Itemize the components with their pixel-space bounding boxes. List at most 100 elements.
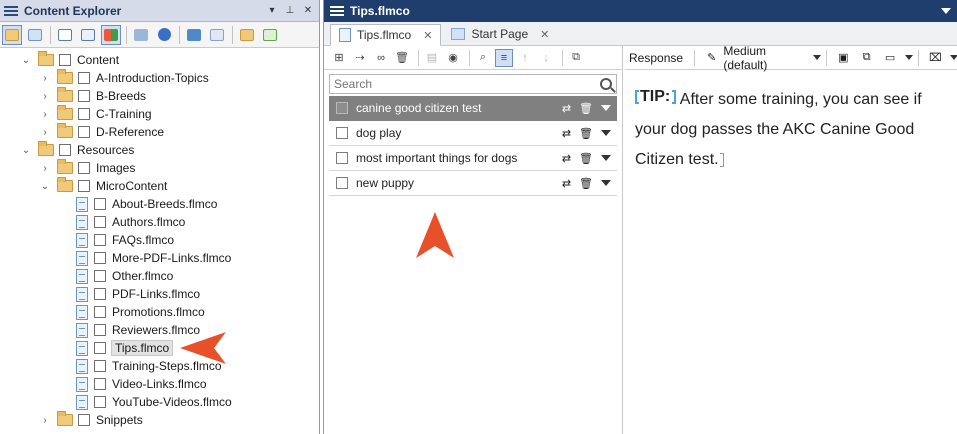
tree-file-row[interactable]: More-PDF-Links.flmco <box>58 249 231 267</box>
checkbox-icon[interactable] <box>78 108 90 120</box>
tree-folder-row[interactable]: › A-Introduction-Topics <box>39 69 209 87</box>
tree-file-row[interactable]: Tips.flmco <box>58 339 174 357</box>
tree-file-row[interactable]: Promotions.flmco <box>58 303 205 321</box>
tree-folder-row[interactable]: › D-Reference <box>39 123 164 141</box>
checkbox-icon[interactable] <box>78 126 90 138</box>
search-input[interactable] <box>334 77 600 91</box>
checkbox-icon[interactable] <box>94 270 106 282</box>
tree-folder-row[interactable]: › B-Breeds <box>39 87 146 105</box>
checkbox-icon[interactable] <box>336 152 348 164</box>
tree-file-row[interactable]: YouTube-Videos.flmco <box>58 393 232 411</box>
list-align-button[interactable]: ≡ <box>495 48 513 67</box>
new-topic-button[interactable] <box>55 25 75 45</box>
response-editor[interactable]: TIP: After some training, you can see if… <box>625 70 957 175</box>
add-alternate-button[interactable]: ⇢ <box>351 49 369 67</box>
chevron-right-icon[interactable]: › <box>39 127 51 138</box>
tree-file-row[interactable]: About-Breeds.flmco <box>58 195 217 213</box>
close-icon[interactable]: ✕ <box>301 5 315 16</box>
checkbox-icon[interactable] <box>94 216 106 228</box>
delete-icon[interactable]: 🗑 <box>579 102 593 115</box>
delete-icon[interactable]: 🗑 <box>393 49 411 67</box>
add-alternate-icon[interactable]: ⇄ <box>562 177 571 190</box>
checkbox-icon[interactable] <box>94 306 106 318</box>
phrase-row[interactable]: canine good citizen test ⇄ 🗑 <box>329 96 617 121</box>
tree-file-row[interactable]: PDF-Links.flmco <box>58 285 200 303</box>
tab-start-page[interactable]: Start Page ✕ <box>443 23 557 45</box>
view-mode-button[interactable] <box>25 25 45 45</box>
phrase-row[interactable]: dog play ⇄ 🗑 <box>329 121 617 146</box>
tree-folder-row[interactable]: ⌄ Content <box>20 51 119 69</box>
chevron-down-icon[interactable]: ⌄ <box>20 145 32 156</box>
checkbox-icon[interactable] <box>78 90 90 102</box>
dropdown-icon[interactable] <box>601 130 611 136</box>
checkbox-icon[interactable] <box>94 396 106 408</box>
find-icon[interactable]: ⌕ <box>474 49 492 67</box>
tree-folder-row[interactable]: › C-Training <box>39 105 152 123</box>
close-icon[interactable]: ✕ <box>423 29 432 42</box>
arrow-down-icon[interactable]: ↓ <box>537 49 555 67</box>
tab-tips[interactable]: Tips.flmco ✕ <box>330 24 442 46</box>
checkbox-icon[interactable] <box>94 324 106 336</box>
checkbox-icon[interactable] <box>78 180 90 192</box>
chevron-right-icon[interactable]: › <box>39 73 51 84</box>
chevron-right-icon[interactable]: › <box>39 415 51 426</box>
folder-view-button[interactable] <box>2 24 22 45</box>
chevron-down-icon[interactable]: ⌄ <box>20 55 32 66</box>
checkbox-icon[interactable] <box>94 288 106 300</box>
delete-icon[interactable]: 🗑 <box>579 177 593 190</box>
checkbox-icon[interactable] <box>94 360 106 372</box>
checkbox-icon[interactable] <box>336 102 348 114</box>
tree-file-row[interactable]: Authors.flmco <box>58 213 185 231</box>
phrase-search-field[interactable] <box>329 74 617 94</box>
checkbox-icon[interactable] <box>94 234 106 246</box>
checkbox-icon[interactable] <box>336 127 348 139</box>
search-icon[interactable] <box>600 78 612 90</box>
tree-folder-row[interactable]: ⌄ Resources <box>20 141 134 159</box>
remove-format-icon[interactable]: ⌧ <box>928 51 943 65</box>
dropdown-icon[interactable]: ▾ <box>265 5 279 16</box>
tree-folder-row[interactable]: › Snippets <box>39 411 143 429</box>
insert-image-icon[interactable]: ▭ <box>882 51 897 65</box>
dropdown-icon[interactable] <box>601 105 611 111</box>
checkbox-icon[interactable] <box>94 378 106 390</box>
add-alternate-icon[interactable]: ⇄ <box>562 127 571 140</box>
insert-snippet-icon[interactable]: ▣ <box>836 51 851 65</box>
tree-folder-row[interactable]: ⌄ MicroContent <box>39 177 167 195</box>
checkbox-icon[interactable] <box>59 144 71 156</box>
insert-link-icon[interactable]: ⧉ <box>859 51 874 65</box>
chevron-down-icon[interactable] <box>904 55 913 60</box>
add-file-button[interactable] <box>260 25 280 45</box>
link-button[interactable] <box>131 25 151 45</box>
hamburger-icon[interactable] <box>4 5 18 16</box>
checkbox-icon[interactable] <box>94 252 106 264</box>
checkbox-icon[interactable] <box>336 177 348 189</box>
chevron-down-icon[interactable]: ⌄ <box>39 181 51 192</box>
arrow-up-icon[interactable]: ↑ <box>516 49 534 67</box>
preview-icon[interactable]: ◉ <box>444 49 462 67</box>
add-phrase-button[interactable]: ⊞ <box>330 49 348 67</box>
checkbox-icon[interactable] <box>78 162 90 174</box>
dropdown-icon[interactable] <box>601 155 611 161</box>
tree-folder-row[interactable]: › Images <box>39 159 135 177</box>
document-icon[interactable]: ▤ <box>423 49 441 67</box>
tree-file-row[interactable]: FAQs.flmco <box>58 231 174 249</box>
close-icon[interactable]: ✕ <box>540 28 549 41</box>
copy-button[interactable] <box>78 25 98 45</box>
tree-file-row[interactable]: Video-Links.flmco <box>58 375 207 393</box>
properties-button[interactable] <box>184 25 204 45</box>
hamburger-icon[interactable] <box>330 6 344 16</box>
pin-icon[interactable]: ⊥ <box>283 5 297 16</box>
delete-icon[interactable]: 🗑 <box>579 152 593 165</box>
tree-file-row[interactable]: Other.flmco <box>58 267 173 285</box>
add-alternate-icon[interactable]: ⇄ <box>562 152 571 165</box>
new-folder-button[interactable] <box>237 25 257 45</box>
size-select[interactable]: Medium (default) <box>723 44 809 72</box>
format-brush-icon[interactable]: ✎ <box>704 51 719 65</box>
link-icon[interactable]: ∞ <box>372 49 390 67</box>
checkbox-icon[interactable] <box>78 72 90 84</box>
chevron-down-icon[interactable] <box>949 55 957 60</box>
preview-button[interactable] <box>207 25 227 45</box>
refresh-button[interactable] <box>154 25 174 45</box>
dropdown-icon[interactable] <box>601 180 611 186</box>
checkbox-icon[interactable] <box>59 54 71 66</box>
